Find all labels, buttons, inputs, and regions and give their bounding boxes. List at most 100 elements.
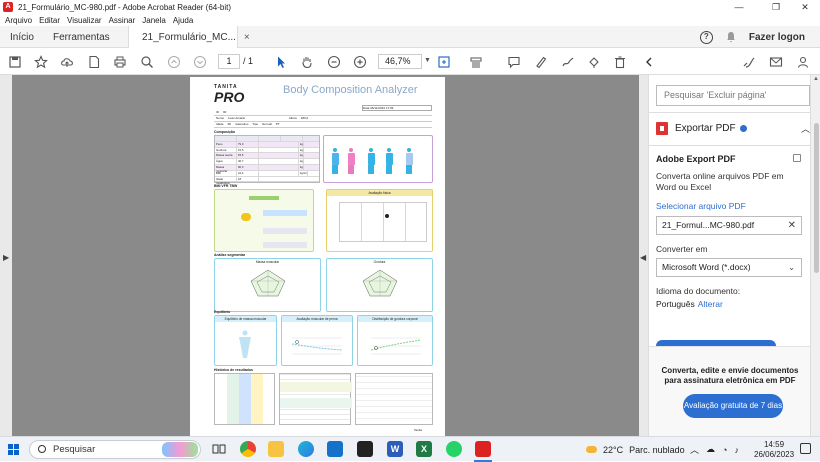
draw-icon[interactable] (560, 54, 576, 70)
balance-panel-3: Distribuição de gordura corporal (357, 315, 433, 366)
zoom-search-icon[interactable] (139, 54, 155, 70)
page-down-icon[interactable] (192, 54, 208, 70)
login-button[interactable]: Fazer logon (749, 32, 805, 43)
maximize-button[interactable]: ❐ (761, 0, 791, 14)
tools-pane-scrollbar[interactable]: ▲ (810, 75, 820, 436)
tab-close-icon[interactable]: × (244, 32, 250, 43)
free-trial-button[interactable]: Avaliação gratuita de 7 dias (683, 394, 783, 418)
zoom-in-icon[interactable] (352, 54, 368, 70)
task-view-icon[interactable] (211, 441, 227, 457)
page-total: / 1 (243, 56, 254, 66)
mail-icon[interactable] (768, 54, 784, 70)
section-segmental: Análise segmentar (214, 253, 246, 257)
search-highlight-image (162, 442, 198, 457)
convert-format-select[interactable]: Microsoft Word (*.docx) ⌄ (656, 258, 802, 277)
page-up-icon[interactable] (166, 54, 182, 70)
select-file-link[interactable]: Selecionar arquivo PDF (656, 201, 746, 211)
physique-panel: Avaliação física (326, 189, 433, 252)
upload-icon[interactable] (59, 54, 75, 70)
help-icon[interactable]: ? (699, 30, 713, 44)
notifications-icon[interactable] (800, 443, 811, 454)
store-icon[interactable] (357, 441, 373, 457)
body-figure (330, 148, 340, 174)
volume-icon[interactable]: ♪ (734, 445, 739, 455)
convert-to-label: Converter em (656, 244, 708, 254)
section-history: Histórico de resultados (214, 368, 253, 372)
tab-tools[interactable]: Ferramentas (53, 26, 110, 48)
zoom-dropdown-icon[interactable]: ▼ (424, 57, 431, 64)
print-icon[interactable] (112, 54, 128, 70)
tray-up-icon[interactable]: ︿ (690, 443, 699, 456)
zoom-level-input[interactable]: 46,7% (378, 54, 422, 69)
chrome-icon[interactable] (240, 441, 256, 457)
export-pdf-icon (656, 121, 668, 135)
whatsapp-icon[interactable] (446, 441, 462, 457)
promo-box: Converta, edite e envie documentos para … (649, 346, 810, 436)
star-icon[interactable] (33, 54, 49, 70)
chevron-down-icon: ⌄ (788, 263, 795, 272)
pdf-page: TANITA PRO Body Composition Analyzer Dat… (190, 77, 445, 436)
scrollbar-thumb[interactable] (814, 123, 819, 273)
tab-document[interactable]: 21_Formulário_MC... × (128, 26, 250, 48)
scroll-mode-icon[interactable] (468, 54, 484, 70)
main-toolbar: 1 / 1 46,7% ▼ (0, 49, 820, 75)
select-arrow-icon[interactable] (273, 54, 289, 70)
export-pdf-header[interactable]: Exportar PDF ︿ (656, 121, 810, 135)
highlight-icon[interactable] (533, 54, 549, 70)
save-icon[interactable] (7, 54, 23, 70)
excel-icon[interactable]: X (416, 441, 432, 457)
options-icon[interactable] (793, 154, 801, 162)
change-language-link[interactable]: Alterar (698, 299, 723, 309)
selected-file-field[interactable]: 21_Formul...MC-980.pdf ✕ (656, 216, 802, 235)
title-bar: A 21_Formulário_MC-980.pdf - Adobe Acrob… (0, 0, 820, 14)
right-pane-collapse[interactable]: ◀ (639, 75, 648, 436)
bell-icon[interactable] (725, 31, 737, 43)
delete-icon[interactable] (612, 54, 628, 70)
file-icon[interactable] (86, 54, 102, 70)
mail-app-icon[interactable] (327, 441, 343, 457)
close-window-button[interactable]: ✕ (790, 0, 820, 14)
menu-janela[interactable]: Janela (142, 16, 166, 25)
document-viewer[interactable]: ▶ ◀ TANITA PRO Body Composition Analyzer… (0, 75, 648, 436)
acrobat-taskbar-icon[interactable] (475, 441, 491, 457)
fit-page-icon[interactable] (436, 54, 452, 70)
file-explorer-icon[interactable] (268, 441, 284, 457)
edge-icon[interactable] (298, 441, 314, 457)
sign-icon[interactable] (741, 54, 757, 70)
history-table-1 (214, 373, 275, 425)
expand-left-icon[interactable]: ▶ (3, 253, 9, 262)
language-row: Português Alterar (656, 299, 723, 309)
sidebar-toggle-icon[interactable] (641, 54, 657, 70)
comment-icon[interactable] (506, 54, 522, 70)
tab-home[interactable]: Início (10, 26, 34, 48)
collapse-right-icon[interactable]: ◀ (640, 253, 646, 262)
menu-ajuda[interactable]: Ajuda (173, 16, 193, 25)
body-figure (404, 148, 414, 174)
fat-panel: Gordura (326, 258, 433, 312)
menu-assinar[interactable]: Assinar (109, 16, 136, 25)
taskbar-search[interactable]: Pesquisar (29, 440, 201, 459)
hand-icon[interactable] (299, 54, 315, 70)
stamp-icon[interactable] (586, 54, 602, 70)
remove-file-icon[interactable]: ✕ (788, 217, 796, 234)
wifi-icon[interactable]: ◔ (722, 445, 727, 455)
menu-arquivo[interactable]: Arquivo (5, 16, 32, 25)
weather-widget[interactable]: 22°C Parc. nublado (586, 437, 685, 462)
muscle-pentagon-chart (250, 269, 286, 297)
zoom-out-icon[interactable] (326, 54, 342, 70)
clock[interactable]: 14:59 26/06/2023 (754, 440, 794, 460)
scroll-up-icon[interactable]: ▲ (813, 76, 819, 82)
windows-start-icon[interactable] (8, 444, 19, 455)
divider (649, 112, 810, 113)
share-icon[interactable] (795, 54, 811, 70)
left-nav-pane[interactable]: ▶ (0, 75, 12, 436)
cloud-icon[interactable]: ☁ (706, 444, 715, 455)
header-right-tools: ? Fazer logon (699, 26, 820, 48)
minimize-button[interactable]: — (724, 0, 754, 14)
tools-search-input[interactable]: Pesquisar 'Excluir página' (656, 85, 810, 106)
page-number-input[interactable]: 1 (218, 54, 240, 69)
word-icon[interactable]: W (387, 441, 403, 457)
menu-editar[interactable]: Editar (39, 16, 60, 25)
menu-visualizar[interactable]: Visualizar (67, 16, 102, 25)
chevron-up-icon[interactable]: ︿ (801, 122, 810, 135)
